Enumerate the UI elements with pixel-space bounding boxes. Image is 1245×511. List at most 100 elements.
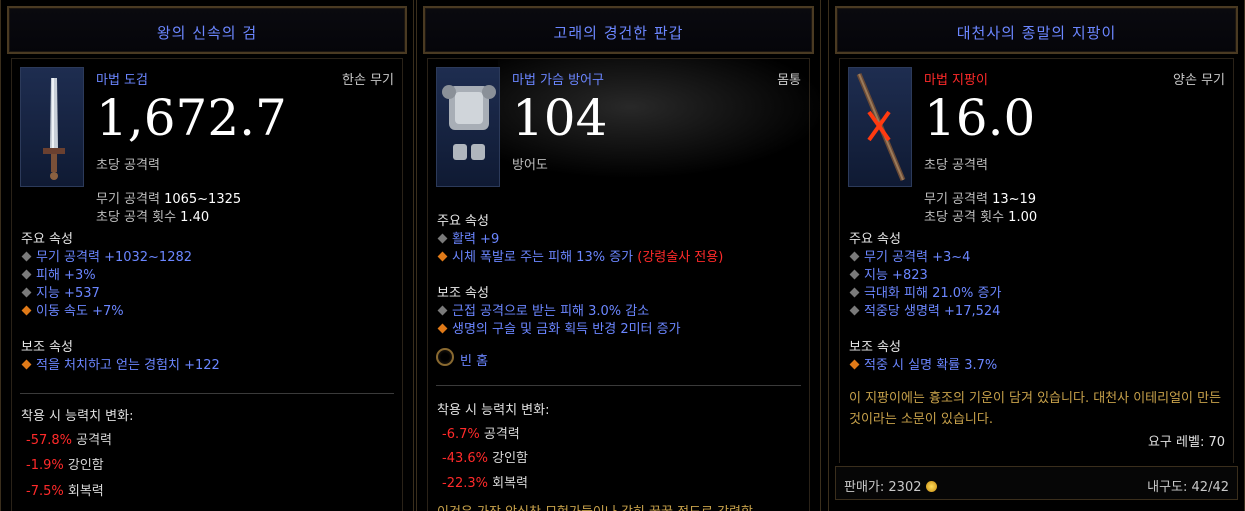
- bullet-icon: [21, 359, 32, 370]
- bullet-icon: [849, 305, 860, 316]
- attack-speed-line: 초당 공격 횟수 1.40: [96, 206, 209, 225]
- stat-change: -7.5% 회복력: [26, 484, 104, 499]
- sell-price: 판매가: 2302: [844, 476, 937, 495]
- bullet-icon: [437, 233, 448, 244]
- sell-label: 판매가:: [844, 480, 885, 495]
- divider: [20, 393, 394, 394]
- tooltip-footer: 판매가: 2302 내구도: 42/42: [835, 466, 1238, 500]
- item-icon-frame: [20, 67, 84, 187]
- primary-attr: 극대화 피해 21.0% 증가: [849, 282, 1001, 301]
- attack-speed-line: 초당 공격 횟수 1.00: [924, 206, 1037, 225]
- item-tooltip-sword: 왕의 신속의 검 마법 도검 한손 무기 1,672.7 초당 공격력 무기 공…: [0, 0, 414, 511]
- item-icon-frame: [848, 67, 912, 187]
- item-slot: 한손 무기: [342, 73, 394, 88]
- primary-attr: 지능 +823: [849, 264, 928, 283]
- bullet-icon: [437, 323, 448, 334]
- bullet-icon: [21, 269, 32, 280]
- socket-label: 빈 홈: [460, 354, 489, 369]
- item-title: 고래의 경건한 판갑: [553, 24, 684, 42]
- item-tooltip-staff: 대천사의 종말의 지팡이 마법 지팡이 양손 무기 16.0 초당 공격력 무기…: [828, 0, 1245, 511]
- primary-header: 주요 속성: [21, 232, 73, 247]
- secondary-attr: 생명의 구슬 및 금화 획득 반경 2미터 증가: [437, 318, 681, 337]
- bullet-icon: [849, 251, 860, 262]
- weapon-damage-line: 무기 공격력 1065~1325: [96, 188, 241, 207]
- primary-attr: 활력 +9: [437, 228, 499, 247]
- durability: 내구도: 42/42: [1147, 476, 1229, 495]
- stat-change: -57.8% 공격력: [26, 433, 113, 448]
- empty-socket-icon: [436, 348, 454, 366]
- primary-attr: 지능 +537: [21, 282, 100, 301]
- required-level: 요구 레벨: 70: [1147, 435, 1225, 450]
- primary-attr: 이동 속도 +7%: [21, 300, 124, 319]
- primary-attr: 피해 +3%: [21, 264, 96, 283]
- bullet-icon: [849, 269, 860, 280]
- sword-icon: [43, 78, 65, 180]
- durability-value: 42/42: [1191, 480, 1229, 495]
- dps-value: 16.0: [924, 89, 1036, 147]
- weapon-damage-line: 무기 공격력 13~19: [924, 188, 1036, 207]
- attack-speed-label: 초당 공격 횟수: [924, 210, 1005, 225]
- armor-caption: 방어도: [512, 158, 548, 173]
- item-type: 마법 가슴 방어구: [512, 73, 604, 88]
- attack-speed-value: 1.00: [1008, 210, 1038, 225]
- primary-header: 주요 속성: [437, 214, 489, 229]
- changes-header: 착용 시 능력치 변화:: [437, 403, 550, 418]
- bullet-icon: [437, 305, 448, 316]
- sell-value: 2302: [888, 480, 922, 495]
- item-icon-frame: [436, 67, 500, 187]
- class-restriction: (강령술사 전용): [637, 250, 724, 265]
- stat-change: -43.6% 강인함: [442, 451, 529, 466]
- stat-change: -1.9% 강인함: [26, 458, 104, 473]
- item-type: 마법 지팡이: [924, 73, 988, 88]
- weapon-damage-label: 무기 공격력: [96, 192, 160, 207]
- secondary-header: 보조 속성: [437, 286, 489, 301]
- tooltip-body: 마법 도검 한손 무기 1,672.7 초당 공격력 무기 공격력 1065~1…: [11, 58, 403, 511]
- primary-header: 주요 속성: [849, 232, 901, 247]
- weapon-damage-value: 13~19: [992, 192, 1037, 207]
- bullet-icon: [21, 305, 32, 316]
- secondary-attr: 적중 시 실명 확률 3.7%: [849, 354, 997, 373]
- secondary-header: 보조 속성: [21, 340, 73, 355]
- tooltip-header: 왕의 신속의 검: [7, 6, 407, 54]
- item-title: 대천사의 종말의 지팡이: [956, 24, 1117, 42]
- bullet-icon: [437, 251, 448, 262]
- attack-speed-value: 1.40: [180, 210, 210, 225]
- weapon-damage-label: 무기 공격력: [924, 192, 988, 207]
- flavor-text-cut: 이것은 가장 악식찬 모험가들이나 감히 꿈꿀 정도로 강력합: [437, 501, 753, 511]
- dps-value: 1,672.7: [96, 89, 287, 147]
- tooltip-body: 마법 지팡이 양손 무기 16.0 초당 공격력 무기 공격력 13~19 초당…: [839, 58, 1234, 463]
- staff-icon: [856, 73, 906, 181]
- bullet-icon: [21, 287, 32, 298]
- tooltip-header: 고래의 경건한 판갑: [423, 6, 814, 54]
- item-tooltip-armor: 고래의 경건한 판갑 마법 가슴 방어구 몸통 104 방어도 주요 속성 활력…: [416, 0, 821, 511]
- item-slot: 양손 무기: [1173, 73, 1225, 88]
- item-title: 왕의 신속의 검: [156, 24, 258, 42]
- flavor-text: 이 지팡이에는 흉조의 기운이 담겨 있습니다. 대천사 이테리얼이 만든 것이…: [849, 391, 1222, 427]
- primary-attr: 시체 폭발로 주는 피해 13% 증가 (강령술사 전용): [437, 246, 723, 265]
- changes-header: 착용 시 능력치 변화:: [21, 409, 134, 424]
- stat-change: -6.7% 공격력: [442, 427, 520, 442]
- bullet-icon: [849, 287, 860, 298]
- secondary-attr: 근접 공격으로 받는 피해 3.0% 감소: [437, 300, 649, 319]
- bullet-icon: [21, 251, 32, 262]
- chest-armor-icon: [442, 85, 496, 160]
- divider: [436, 385, 801, 386]
- bullet-icon: [849, 359, 860, 370]
- primary-attr: 적중당 생명력 +17,524: [849, 300, 1000, 319]
- item-type: 마법 도검: [96, 73, 148, 88]
- tooltip-header: 대천사의 종말의 지팡이: [835, 6, 1238, 54]
- gold-coin-icon: [925, 481, 937, 492]
- secondary-attr: 적을 처치하고 얻는 경험치 +122: [21, 354, 220, 373]
- tooltip-body: 마법 가슴 방어구 몸통 104 방어도 주요 속성 활력 +9 시체 폭발로 …: [427, 58, 820, 511]
- stat-change: -22.3% 회복력: [442, 476, 529, 491]
- armor-value: 104: [512, 89, 608, 147]
- attack-speed-label: 초당 공격 횟수: [96, 210, 177, 225]
- primary-attr: 무기 공격력 +3~4: [849, 246, 970, 265]
- primary-attr: 무기 공격력 +1032~1282: [21, 246, 192, 265]
- durability-label: 내구도:: [1147, 480, 1188, 495]
- item-slot: 몸통: [777, 73, 801, 88]
- weapon-damage-value: 1065~1325: [164, 192, 242, 207]
- dps-caption: 초당 공격력: [924, 158, 988, 173]
- secondary-header: 보조 속성: [849, 340, 901, 355]
- dps-caption: 초당 공격력: [96, 158, 160, 173]
